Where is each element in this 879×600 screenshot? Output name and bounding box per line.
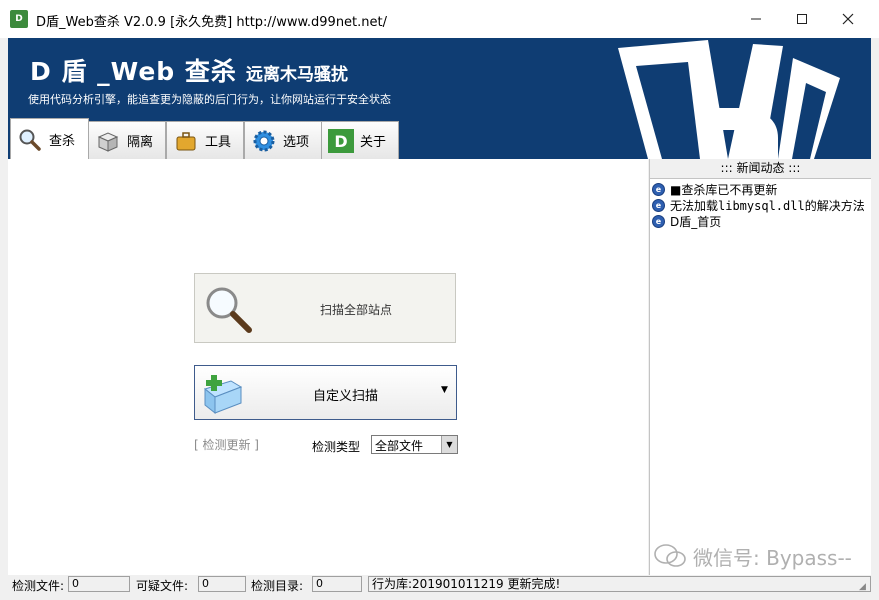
app-icon: D: [10, 10, 28, 28]
tab-options[interactable]: 选项: [244, 121, 322, 159]
tab-label: 隔离: [127, 135, 154, 150]
dirs-scanned-value: 0: [312, 576, 362, 592]
box-icon: [95, 128, 121, 154]
briefcase-icon: [173, 128, 199, 154]
detect-type-value: 全部文件: [375, 439, 424, 453]
magnifier-icon: [17, 127, 43, 153]
suspicious-files-value: 0: [198, 576, 246, 592]
news-panel: ::: 新闻动态 ::: e ■查杀库已不再更新 e 无法加载libmysql.…: [649, 159, 871, 575]
dropdown-arrow-icon[interactable]: ▼: [441, 385, 448, 395]
minimize-icon: [751, 18, 761, 20]
watermark: 微信号: Bypass--: [653, 541, 868, 571]
maximize-icon: [797, 14, 807, 24]
header-banner: D 盾 _Web 查杀 远离木马骚扰 使用代码分析引擎，能追查更为隐蔽的后门行为…: [8, 38, 871, 159]
ie-link-icon: e: [652, 214, 665, 228]
tab-label: 查杀: [49, 134, 76, 149]
maximize-button[interactable]: [779, 0, 825, 38]
chevron-down-icon[interactable]: ▼: [441, 436, 457, 453]
watermark-text: 微信号: Bypass--: [693, 545, 852, 570]
ie-link-icon: e: [652, 198, 665, 212]
status-bar: 检测文件: 0 可疑文件: 0 检测目录: 0 行为库:201901011219…: [8, 575, 871, 594]
files-scanned-value: 0: [68, 576, 130, 592]
app-window: D D盾_Web查杀 V2.0.9 [永久免费] http://www.d99n…: [0, 0, 879, 600]
tab-about[interactable]: D 关于: [321, 121, 399, 159]
banner-title: D 盾 _Web 查杀: [30, 57, 237, 86]
close-icon: [842, 13, 854, 25]
news-item-label: 无法加载libmysql.dll的解决方法: [670, 198, 865, 213]
gear-icon: [251, 128, 277, 154]
news-header: ::: 新闻动态 :::: [650, 159, 871, 179]
suspicious-files-label: 可疑文件:: [136, 579, 189, 593]
detect-type-select[interactable]: 全部文件 ▼: [371, 435, 458, 454]
files-scanned-label: 检测文件:: [12, 579, 65, 593]
title-bar: D D盾_Web查杀 V2.0.9 [永久免费] http://www.d99n…: [0, 0, 879, 38]
custom-scan-button[interactable]: 自定义扫描 ▼: [194, 365, 457, 420]
scan-panel: 扫描全部站点 自定义扫描 ▼ [ 检测更新 ] 检测类型 全部文件 ▼: [8, 159, 648, 575]
ie-link-icon: e: [652, 182, 665, 196]
folder-add-icon: [203, 375, 243, 415]
check-update-link[interactable]: [ 检测更新 ]: [194, 436, 259, 453]
scan-all-sites-button[interactable]: 扫描全部站点: [194, 273, 456, 343]
tab-tools[interactable]: 工具: [166, 121, 244, 159]
close-button[interactable]: [825, 0, 871, 38]
scan-all-label: 扫描全部站点: [320, 303, 393, 317]
status-message: 行为库:201901011219 更新完成!: [368, 576, 871, 592]
tab-label: 工具: [205, 135, 232, 150]
news-item[interactable]: e ■查杀库已不再更新: [652, 181, 777, 197]
banner-subtitle: 远离木马骚扰: [246, 65, 348, 85]
news-item[interactable]: e D盾_首页: [652, 213, 721, 229]
tab-label: 关于: [360, 135, 387, 150]
resize-grip-icon[interactable]: ◢: [859, 582, 869, 592]
custom-scan-label: 自定义扫描: [313, 389, 379, 404]
news-item-label: D盾_首页: [670, 214, 722, 229]
news-item-label: ■查杀库已不再更新: [670, 182, 778, 197]
dirs-scanned-label: 检测目录:: [251, 579, 304, 593]
svg-text:D: D: [334, 132, 347, 151]
tab-scan[interactable]: 查杀: [10, 118, 89, 159]
d-logo-icon: D: [328, 128, 354, 154]
tab-label: 选项: [283, 135, 310, 150]
tab-quarantine[interactable]: 隔离: [88, 121, 166, 159]
news-item[interactable]: e 无法加载libmysql.dll的解决方法: [652, 197, 865, 213]
magnifier-icon: [206, 287, 252, 333]
window-title: D盾_Web查杀 V2.0.9 [永久免费] http://www.d99net…: [36, 15, 388, 30]
minimize-button[interactable]: [733, 0, 779, 38]
d-logo-icon: [618, 40, 840, 159]
detect-type-label: 检测类型: [312, 440, 361, 454]
wechat-icon: [654, 544, 686, 567]
banner-tagline: 使用代码分析引擎，能追查更为隐蔽的后门行为，让你网站运行于安全状态: [28, 93, 391, 106]
